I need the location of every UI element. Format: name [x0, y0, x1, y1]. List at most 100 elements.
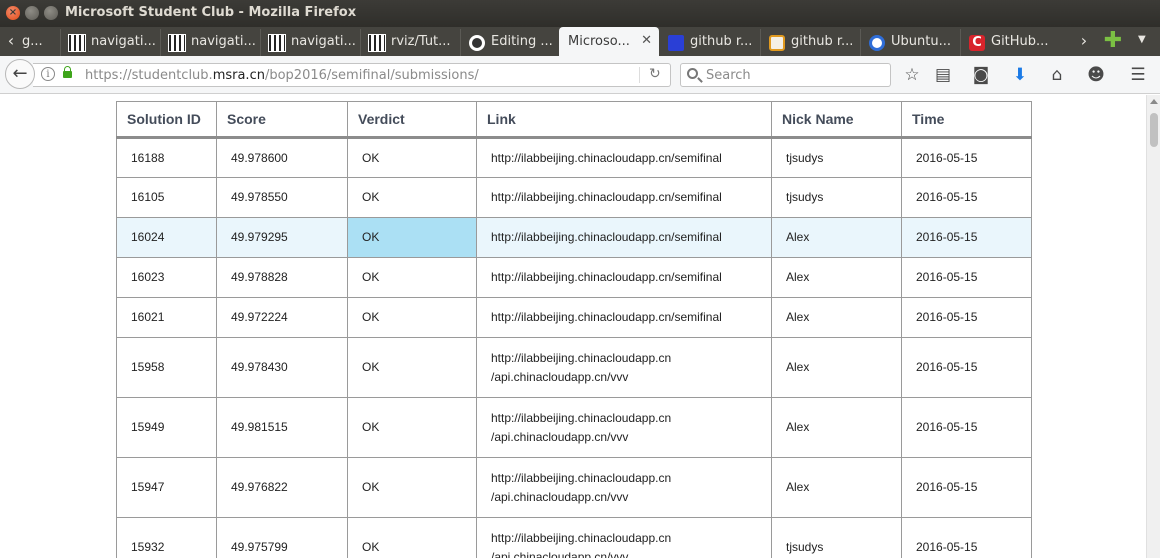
link-text-line[interactable]: http://ilabbeijing.chinacloudapp.cn/semi…	[491, 188, 757, 207]
info-icon[interactable]: i	[41, 67, 55, 81]
url-text[interactable]: https://studentclub.msra.cn/bop2016/semi…	[85, 68, 479, 83]
table-row[interactable]: 16021 49.972224 OK http://ilabbeijing.china…	[116, 297, 1032, 338]
table-row[interactable]: 15958 49.978430 OK http://ilabbeijing.china…	[116, 337, 1032, 398]
time-cell: 2016-05-15	[901, 137, 1032, 178]
tab-label: GitHub...	[991, 34, 1049, 49]
link-text-line[interactable]: /api.chinacloudapp.cn/vvv	[491, 368, 757, 387]
close-tab-icon[interactable]: ✕	[641, 33, 652, 48]
link-text-line[interactable]: http://ilabbeijing.chinacloudapp.cn/semi…	[491, 228, 757, 247]
reload-icon[interactable]: ↻	[649, 66, 661, 82]
table-row[interactable]: 16105 49.978550 OK http://ilabbeijing.china…	[116, 177, 1032, 218]
table-row[interactable]: 15947 49.976822 OK http://ilabbeijing.china…	[116, 457, 1032, 518]
red-c-icon: C	[969, 35, 985, 51]
tab-label: navigati...	[191, 34, 256, 49]
url-prefix: https://studentclub.	[85, 68, 213, 83]
column-header-solution-id[interactable]: Solution ID	[116, 101, 217, 139]
tab-0[interactable]: g...	[14, 29, 59, 56]
tab-label: github r...	[791, 34, 854, 49]
link-cell: http://ilabbeijing.chinacloudapp.cn/semi…	[476, 177, 772, 218]
search-input[interactable]: Search	[680, 63, 891, 87]
tab-5[interactable]: Editing ...	[460, 29, 560, 56]
tab-10[interactable]: C GitHub...	[960, 29, 1060, 56]
table-row[interactable]: 16188 49.978600 OK http://ilabbeijing.china…	[116, 137, 1032, 178]
tab-9[interactable]: Ubuntu...	[860, 29, 960, 56]
tab-label: navigati...	[91, 34, 156, 49]
amber-square-icon	[769, 35, 785, 51]
column-header-nick-name[interactable]: Nick Name	[771, 101, 902, 139]
home-icon[interactable]: ⌂	[1047, 65, 1067, 85]
solution-id-cell: 16024	[116, 217, 217, 258]
tab-3[interactable]: navigati...	[260, 29, 360, 56]
tab-8[interactable]: github r...	[760, 29, 860, 56]
lock-icon[interactable]	[63, 66, 72, 78]
link-text-line[interactable]: /api.chinacloudapp.cn/vvv	[491, 548, 757, 558]
table-row[interactable]: 16024 49.979295 OK http://ilabbeijing.china…	[116, 217, 1032, 258]
link-cell: http://ilabbeijing.chinacloudapp.cn/semi…	[476, 257, 772, 298]
link-text-line[interactable]: http://ilabbeijing.chinacloudapp.cn	[491, 409, 757, 428]
url-bar[interactable]: i https://studentclub.msra.cn/bop2016/se…	[33, 63, 671, 87]
link-text-line[interactable]: http://ilabbeijing.chinacloudapp.cn	[491, 349, 757, 368]
link-text-line[interactable]: /api.chinacloudapp.cn/vvv	[491, 488, 757, 507]
solution-id-cell: 15932	[116, 517, 217, 558]
score-cell: 49.976822	[216, 457, 348, 518]
link-text-line[interactable]: http://ilabbeijing.chinacloudapp.cn	[491, 469, 757, 488]
table-row[interactable]: 16023 49.978828 OK http://ilabbeijing.china…	[116, 257, 1032, 298]
score-cell: 49.978600	[216, 137, 348, 178]
bookmark-star-icon[interactable]: ☆	[902, 65, 922, 85]
verdict-cell: OK	[347, 337, 477, 398]
tab-list-chevron-down-icon[interactable]: ▼	[1138, 34, 1146, 45]
nick-name-cell: Alex	[771, 257, 902, 298]
score-cell: 49.975799	[216, 517, 348, 558]
tab-label: rviz/Tut...	[391, 34, 451, 49]
tab-2[interactable]: navigati...	[160, 29, 260, 56]
back-button[interactable]: ←	[5, 59, 35, 89]
nick-name-cell: tjsudys	[771, 137, 902, 178]
tab-6-active[interactable]: Microso... ✕	[559, 27, 659, 56]
link-cell: http://ilabbeijing.chinacloudapp.cn/semi…	[476, 297, 772, 338]
time-cell: 2016-05-15	[901, 297, 1032, 338]
github-icon	[469, 35, 485, 51]
verdict-cell: OK	[347, 457, 477, 518]
window-maximize-button[interactable]	[44, 6, 58, 20]
window-close-button[interactable]: ×	[6, 6, 20, 20]
link-cell: http://ilabbeijing.chinacloudapp.cn/semi…	[476, 217, 772, 258]
tab-4[interactable]: rviz/Tut...	[360, 29, 460, 56]
column-header-verdict[interactable]: Verdict	[347, 101, 477, 139]
table-body: 16188 49.978600 OK http://ilabbeijing.china…	[116, 137, 1032, 558]
link-text-line[interactable]: http://ilabbeijing.chinacloudapp.cn/semi…	[491, 268, 757, 287]
link-cell: http://ilabbeijing.chinacloudapp.cn/api.…	[476, 337, 772, 398]
page-content: Solution ID Score Verdict Link Nick Name…	[0, 95, 1146, 558]
reading-list-icon[interactable]: ▤	[933, 65, 953, 85]
url-separator	[639, 67, 640, 83]
score-cell: 49.978430	[216, 337, 348, 398]
tabs-scroll-right-icon[interactable]: ›	[1073, 27, 1095, 56]
hamburger-menu-icon[interactable]: ☰	[1128, 65, 1148, 85]
link-text-line[interactable]: http://ilabbeijing.chinacloudapp.cn	[491, 529, 757, 548]
verdict-cell: OK	[347, 217, 477, 258]
column-header-time[interactable]: Time	[901, 101, 1032, 139]
verdict-cell: OK	[347, 517, 477, 558]
nick-name-cell: Alex	[771, 457, 902, 518]
link-text-line[interactable]: http://ilabbeijing.chinacloudapp.cn/semi…	[491, 149, 757, 168]
time-cell: 2016-05-15	[901, 457, 1032, 518]
scrollbar-thumb[interactable]	[1150, 113, 1158, 147]
downloads-icon[interactable]: ⬇	[1010, 65, 1030, 85]
table-row[interactable]: 15932 49.975799 OK http://ilabbeijing.china…	[116, 517, 1032, 558]
tab-1[interactable]: navigati...	[60, 29, 160, 56]
score-cell: 49.979295	[216, 217, 348, 258]
column-header-score[interactable]: Score	[216, 101, 348, 139]
tab-7[interactable]: github r...	[660, 29, 760, 56]
vertical-scrollbar[interactable]	[1146, 95, 1160, 558]
link-text-line[interactable]: http://ilabbeijing.chinacloudapp.cn/semi…	[491, 308, 757, 327]
smiley-feedback-icon[interactable]: ☻	[1086, 65, 1106, 85]
scroll-up-arrow-icon[interactable]	[1150, 99, 1158, 104]
link-text-line[interactable]: /api.chinacloudapp.cn/vvv	[491, 428, 757, 447]
pocket-icon[interactable]: ◙	[971, 65, 991, 85]
window-minimize-button[interactable]	[25, 6, 39, 20]
table-row[interactable]: 15949 49.981515 OK http://ilabbeijing.china…	[116, 397, 1032, 458]
url-path: /bop2016/semifinal/submissions/	[264, 68, 479, 83]
tab-label: Editing ...	[491, 34, 553, 49]
nick-name-cell: tjsudys	[771, 517, 902, 558]
column-header-link[interactable]: Link	[476, 101, 772, 139]
new-tab-plus-icon[interactable]: ✚	[1103, 30, 1123, 52]
